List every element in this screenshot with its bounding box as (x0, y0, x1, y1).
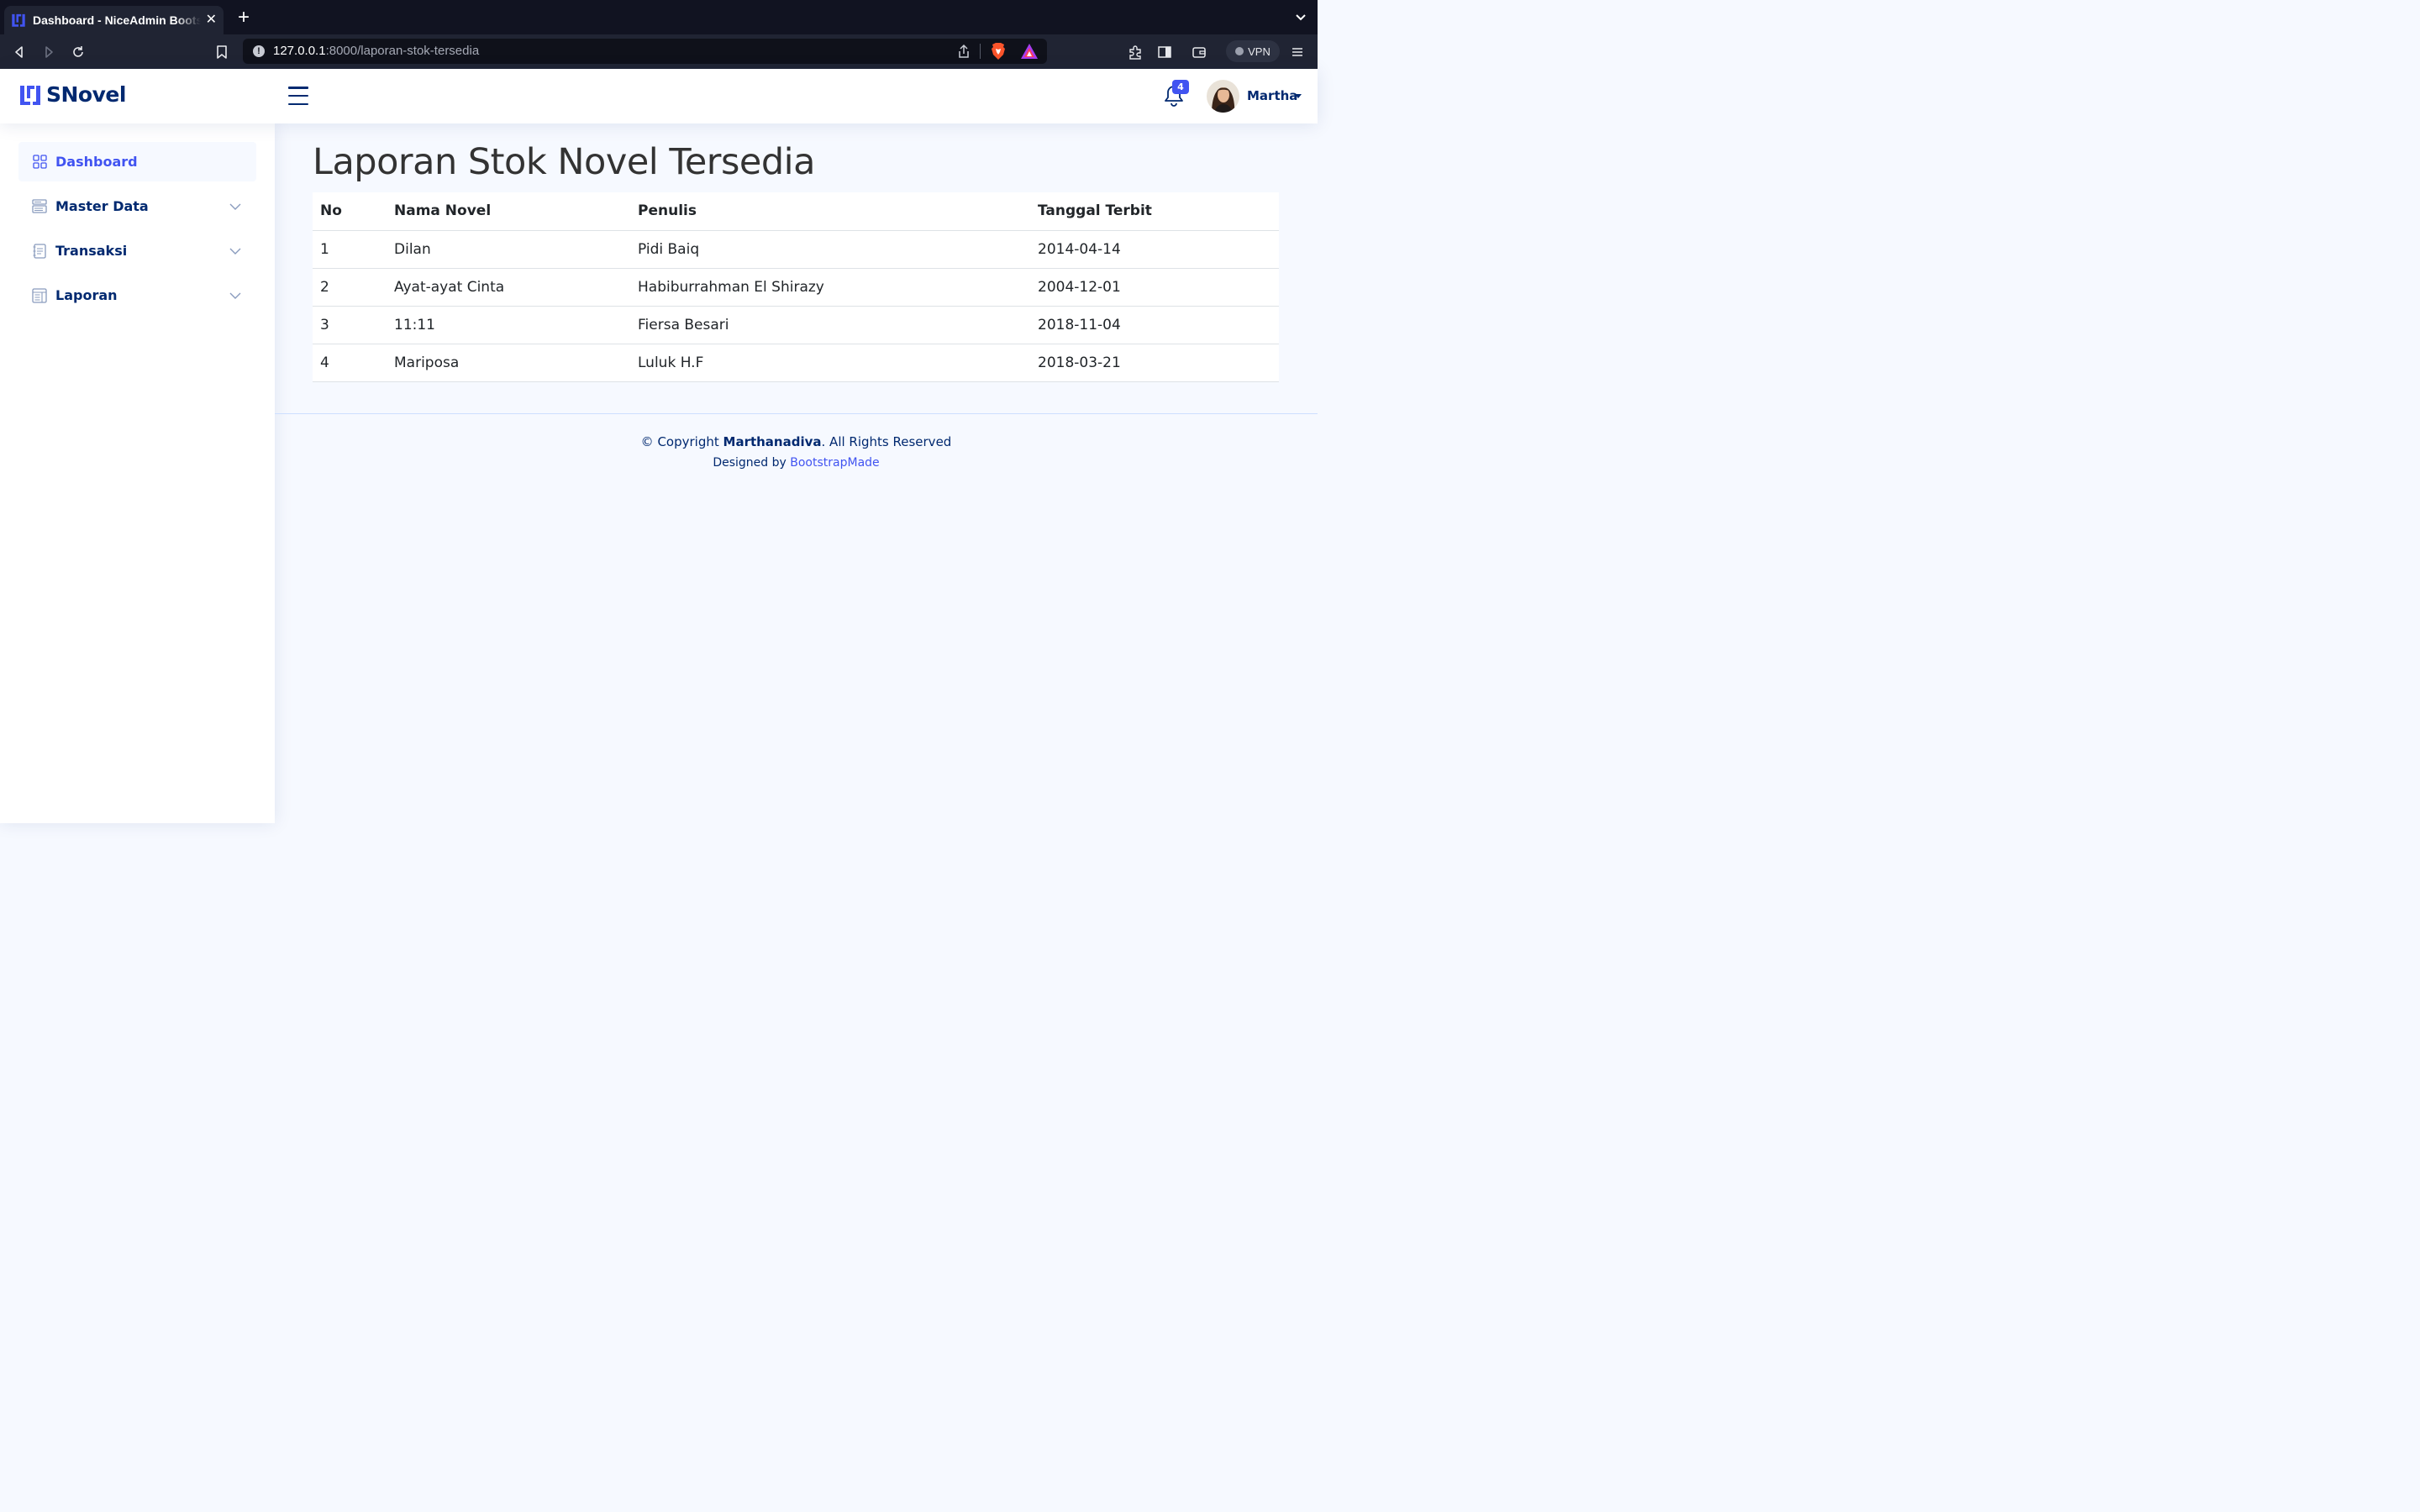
grid-icon (32, 155, 47, 170)
cell-tanggal-terbit: 2014-04-14 (1030, 230, 1279, 269)
brave-rewards-icon[interactable] (1020, 43, 1039, 63)
layout-text-window-icon (32, 287, 47, 303)
designer-link[interactable]: BootstrapMade (790, 456, 879, 470)
chevron-down-icon[interactable] (229, 200, 241, 212)
table-row: 4 Mariposa Luluk H.F 2018-03-21 (313, 344, 1279, 382)
page-title: Laporan Stok Novel Tersedia (313, 141, 815, 183)
cell-penulis: Pidi Baiq (630, 230, 1030, 269)
cell-penulis: Habiburrahman El Shirazy (630, 268, 1030, 307)
sidebar-item-label: Master Data (55, 198, 149, 214)
column-header-penulis: Penulis (630, 192, 1030, 231)
cell-no: 1 (313, 230, 387, 269)
sidebar-item-label: Transaksi (55, 243, 128, 259)
table-row: 3 11:11 Fiersa Besari 2018-11-04 (313, 306, 1279, 344)
app-header: SNovel Martha (0, 69, 1318, 123)
notification-badge: 4 (1172, 80, 1189, 94)
journal-text-icon (32, 243, 47, 259)
sidebar-item-laporan[interactable]: Laporan (18, 276, 256, 315)
vpn-label: VPN (1248, 45, 1270, 58)
cell-nama-novel: Mariposa (387, 344, 630, 382)
profile-name[interactable]: Martha (1247, 88, 1297, 103)
site-info-icon[interactable]: ! (253, 45, 265, 57)
brave-shields-icon[interactable] (990, 42, 1007, 64)
vpn-button[interactable]: VPN (1226, 40, 1280, 62)
back-icon[interactable] (8, 41, 30, 63)
logo-icon (18, 83, 42, 107)
hamburger-line (288, 102, 308, 105)
browser-menu-icon[interactable] (1286, 41, 1308, 63)
cell-nama-novel: Ayat-ayat Cinta (387, 268, 630, 307)
sidebar-item-transaksi[interactable]: Transaksi (18, 231, 256, 270)
cell-penulis: Fiersa Besari (630, 306, 1030, 344)
cell-nama-novel: 11:11 (387, 306, 630, 344)
copyright-owner: Marthanadiva (723, 434, 822, 449)
sidebar-item-master-data[interactable]: Master Data (18, 186, 256, 226)
toggle-sidebar-button[interactable] (288, 87, 308, 105)
cell-no: 3 (313, 306, 387, 344)
hamburger-line (288, 94, 308, 97)
sidebar-item-label: Dashboard (55, 154, 138, 170)
url-text[interactable]: 127.0.0.1:8000/laporan-stok-tersedia (273, 44, 479, 58)
cell-tanggal-terbit: 2004-12-01 (1030, 268, 1279, 307)
url-divider (980, 44, 981, 59)
table-header-row: No Nama Novel Penulis Tanggal Terbit (313, 192, 1279, 231)
cell-penulis: Luluk H.F (630, 344, 1030, 382)
site-logo-icon (11, 13, 26, 28)
logo-text: SNovel (46, 82, 126, 107)
sidebar-item-dashboard[interactable]: Dashboard (18, 142, 256, 181)
cell-tanggal-terbit: 2018-03-21 (1030, 344, 1279, 382)
chevron-down-icon[interactable] (229, 244, 241, 256)
extensions-icon[interactable] (1124, 41, 1146, 63)
address-bar[interactable]: ! 127.0.0.1:8000/laporan-stok-tersedia (243, 39, 1047, 64)
vpn-status-icon (1235, 47, 1244, 55)
reload-icon[interactable] (67, 41, 89, 63)
stock-report-table: No Nama Novel Penulis Tanggal Terbit 1 D… (313, 192, 1279, 382)
footer-credits: Designed by BootstrapMade (713, 456, 880, 470)
footer-copyright: © Copyright Marthanadiva. All Rights Res… (640, 434, 952, 449)
hamburger-line (288, 87, 308, 89)
cell-no: 4 (313, 344, 387, 382)
tab-title: Dashboard - NiceAdmin Bootstrap Template (33, 13, 201, 27)
bookmark-icon[interactable] (211, 41, 233, 63)
share-icon[interactable] (957, 44, 971, 62)
browser-tab[interactable]: Dashboard - NiceAdmin Bootstrap Template… (4, 6, 224, 34)
cell-tanggal-terbit: 2018-11-04 (1030, 306, 1279, 344)
menu-button-icon (32, 199, 47, 214)
chevron-down-icon[interactable] (229, 289, 241, 301)
column-header-nama-novel: Nama Novel (387, 192, 630, 231)
logo[interactable]: SNovel (18, 82, 126, 107)
chevron-down-icon[interactable] (1292, 9, 1309, 26)
browser-tab-strip: Dashboard - NiceAdmin Bootstrap Template… (0, 0, 1318, 34)
table-row: 2 Ayat-ayat Cinta Habiburrahman El Shira… (313, 268, 1279, 307)
caret-down-icon[interactable] (1295, 94, 1302, 98)
cell-no: 2 (313, 268, 387, 307)
sidebar-item-label: Laporan (55, 287, 118, 303)
wallet-icon[interactable] (1188, 41, 1210, 63)
footer: © Copyright Marthanadiva. All Rights Res… (275, 413, 1318, 470)
close-tab-icon[interactable]: ✕ (206, 13, 217, 27)
browser-toolbar: ! 127.0.0.1:8000/laporan-stok-tersedia V… (0, 34, 1318, 69)
cell-nama-novel: Dilan (387, 230, 630, 269)
avatar[interactable] (1207, 80, 1239, 113)
column-header-tanggal-terbit: Tanggal Terbit (1030, 192, 1279, 231)
column-header-no: No (313, 192, 387, 231)
new-tab-button[interactable]: + (234, 8, 254, 28)
sidebar-toggle-icon[interactable] (1154, 41, 1176, 63)
sidebar: Dashboard Master Data Transaksi Laporan (0, 123, 275, 823)
forward-icon[interactable] (38, 41, 60, 63)
table-row: 1 Dilan Pidi Baiq 2014-04-14 (313, 230, 1279, 269)
